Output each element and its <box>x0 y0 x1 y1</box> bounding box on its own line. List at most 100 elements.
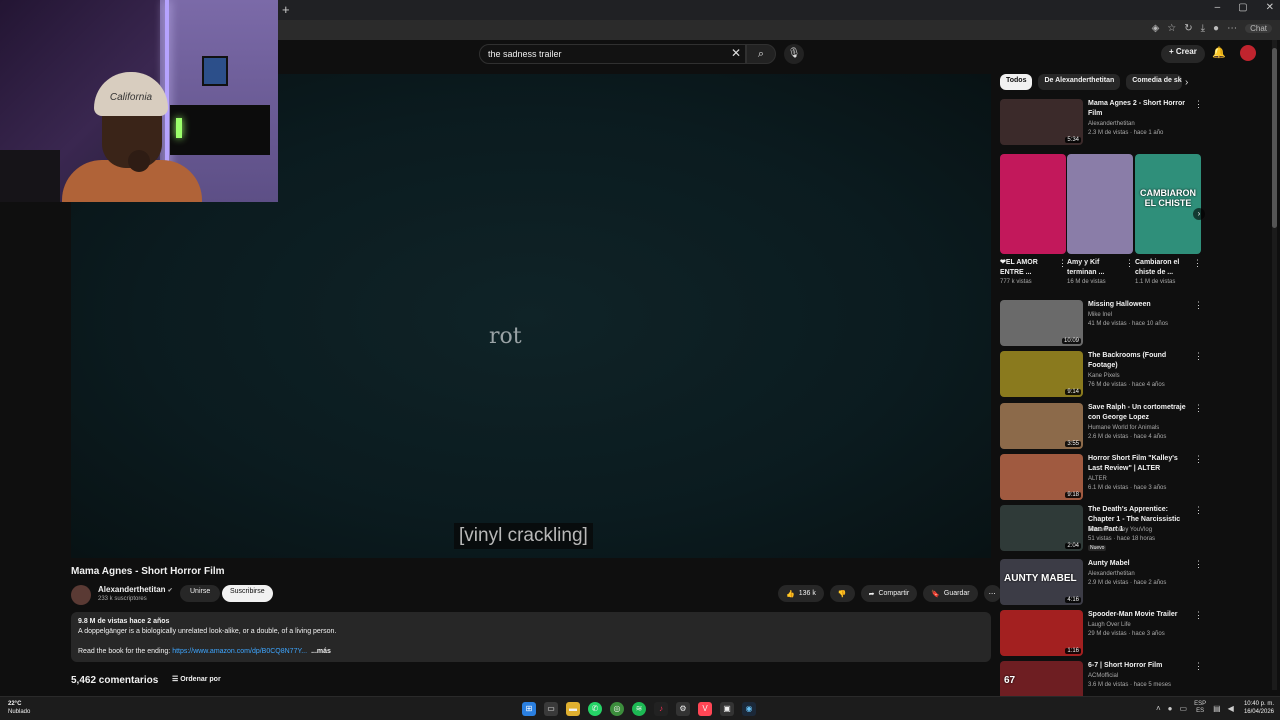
chevron-up-icon[interactable]: ˄ <box>1156 704 1161 713</box>
recommendation-channel[interactable]: Humane World for Animals <box>1088 425 1159 431</box>
recommendation-item[interactable]: 5:34 Mama Agnes 2 - Short Horror Film Al… <box>1000 99 1203 145</box>
more-options-icon[interactable]: ⋮ <box>1194 610 1203 621</box>
spotify-icon[interactable]: ≋ <box>632 702 646 716</box>
show-more-link[interactable]: ...más <box>311 648 331 655</box>
recommendation-channel[interactable]: ACMofficial <box>1088 673 1118 679</box>
video-thumbnail[interactable]: 5:34 <box>1000 99 1083 145</box>
menu-icon[interactable]: ⋯ <box>1227 23 1237 34</box>
recommendation-item[interactable]: AUNTY MABEL 4:16 Aunty Mabel Alexandertheti… <box>1000 559 1203 605</box>
more-options-icon[interactable]: ⋮ <box>1194 300 1203 311</box>
more-options-icon[interactable]: ⋮ <box>1194 454 1203 465</box>
video-thumbnail[interactable]: AUNTY MABEL 4:16 <box>1000 559 1083 605</box>
chip-channel[interactable]: De Alexanderthetitan <box>1038 74 1121 90</box>
weather-widget[interactable]: 22°C Nublado <box>8 700 30 716</box>
recommendation-channel[interactable]: ALTER <box>1088 476 1107 482</box>
more-options-icon[interactable]: ⋮ <box>1194 661 1203 672</box>
recommendation-channel[interactable]: Laugh Over Life <box>1088 622 1131 628</box>
recommendation-title[interactable]: Spooder-Man Movie Trailer <box>1088 610 1188 620</box>
tiktok-icon[interactable]: ♪ <box>654 702 668 716</box>
more-options-icon[interactable]: ⋮ <box>1194 403 1203 414</box>
recommendation-title[interactable]: Missing Halloween <box>1088 300 1188 310</box>
refresh-icon[interactable]: ↻ <box>1184 23 1192 34</box>
channel-name[interactable]: Alexanderthetitan ✔ <box>98 585 173 594</box>
steam-icon[interactable]: ◉ <box>742 702 756 716</box>
short-thumbnail[interactable] <box>1000 154 1066 254</box>
battery-icon[interactable]: ▭ <box>1180 704 1188 713</box>
task-view-icon[interactable]: ▭ <box>544 702 558 716</box>
more-options-icon[interactable]: ⋮ <box>1058 258 1067 269</box>
description-link[interactable]: https://www.amazon.com/dp/B0CQ8N77Y... <box>172 648 307 655</box>
volume-icon[interactable]: ◀ <box>1228 704 1234 713</box>
video-thumbnail[interactable]: 3:55 <box>1000 403 1083 449</box>
recommendation-item[interactable]: 9:18 Horror Short Film "Kalley's Last Rev… <box>1000 454 1203 500</box>
short-item[interactable]: Amy y Kif terminan ... 16 M de vistas ⋮ <box>1067 154 1134 285</box>
recommendation-title[interactable]: Aunty Mabel <box>1088 559 1188 569</box>
more-options-icon[interactable]: ⋮ <box>1194 99 1203 110</box>
recommendation-title[interactable]: Horror Short Film "Kalley's Last Review"… <box>1088 454 1188 474</box>
join-button[interactable]: Unirse <box>180 585 221 602</box>
new-tab-button[interactable]: + <box>282 2 290 17</box>
more-options-icon[interactable]: ⋮ <box>1125 258 1134 269</box>
shorts-next-chevron-icon[interactable]: › <box>1193 208 1205 220</box>
recommendation-title[interactable]: Save Ralph - Un cortometraje con George … <box>1088 403 1188 423</box>
download-icon[interactable]: ⤓ <box>1201 23 1205 34</box>
star-icon[interactable]: ☆ <box>1167 23 1176 34</box>
video-thumbnail[interactable]: 10:09 <box>1000 300 1083 346</box>
video-thumbnail[interactable]: 9:18 <box>1000 454 1083 500</box>
short-item[interactable]: CAMBIARON EL CHISTE Cambiaron el chiste … <box>1135 154 1202 285</box>
chevron-right-icon[interactable]: › <box>1185 77 1188 88</box>
page-scrollbar[interactable] <box>1272 40 1277 690</box>
short-title[interactable]: Cambiaron el chiste de ... <box>1135 258 1189 278</box>
recommendation-channel[interactable]: Theowlmonkey YouVlog <box>1088 527 1152 533</box>
sort-comments-button[interactable]: ☰ Ordenar por <box>172 675 221 683</box>
clock[interactable]: 10:40 p. m. 16/04/2026 <box>1234 700 1274 716</box>
recommendation-item[interactable]: 10:09 Missing Halloween Mike Inel 41 M de v… <box>1000 300 1203 346</box>
settings-gear-icon[interactable]: ⚙ <box>676 702 690 716</box>
video-thumbnail[interactable]: 1:16 <box>1000 610 1083 656</box>
voice-search-button[interactable]: 🎙 <box>784 44 804 64</box>
chrome-icon[interactable]: ◎ <box>610 702 624 716</box>
recommendation-item[interactable]: 9:14 The Backrooms (Found Footage) Kane Pi… <box>1000 351 1203 397</box>
chip-comedy[interactable]: Comedia de sketches <box>1126 74 1183 90</box>
recommendation-channel[interactable]: Kane Pixels <box>1088 373 1120 379</box>
mic-tray-icon[interactable]: ● <box>1168 704 1173 713</box>
recommendation-title[interactable]: Mama Agnes 2 - Short Horror Film <box>1088 99 1188 119</box>
windows-start-icon[interactable]: ⊞ <box>522 702 536 716</box>
short-thumbnail[interactable]: CAMBIARON EL CHISTE <box>1135 154 1201 254</box>
recommendation-channel[interactable]: Mike Inel <box>1088 312 1112 318</box>
more-actions-button[interactable]: ⋯ <box>983 585 1001 602</box>
video-thumbnail[interactable]: 2:04 <box>1000 505 1083 551</box>
chat-button[interactable]: Chat <box>1245 24 1272 33</box>
recommendation-item[interactable]: 2:04 The Death's Apprentice: Chapter 1 - … <box>1000 505 1203 551</box>
profile-icon[interactable]: ● <box>1213 23 1219 34</box>
more-options-icon[interactable]: ⋮ <box>1194 351 1203 362</box>
share-button[interactable]: ➦ Compartir <box>860 585 918 602</box>
short-title[interactable]: Amy y Kif terminan ... <box>1067 258 1121 278</box>
terminal-icon[interactable]: ▣ <box>720 702 734 716</box>
scrollbar-thumb[interactable] <box>1272 48 1277 228</box>
account-avatar[interactable] <box>1240 45 1256 61</box>
short-item[interactable]: ❤EL AMOR ENTRE ... 777 k vistas ⋮ <box>1000 154 1067 285</box>
more-options-icon[interactable]: ⋮ <box>1194 505 1203 516</box>
description-box[interactable]: 9.8 M de vistas hace 2 años A doppelgäng… <box>71 612 991 662</box>
recommendation-title[interactable]: The Backrooms (Found Footage) <box>1088 351 1188 371</box>
clear-search-icon[interactable]: ✕ <box>731 46 741 60</box>
file-explorer-icon[interactable]: ▬ <box>566 702 580 716</box>
short-thumbnail[interactable] <box>1067 154 1133 254</box>
more-options-icon[interactable]: ⋮ <box>1193 258 1202 269</box>
chip-todos[interactable]: Todos <box>1000 74 1033 90</box>
video-thumbnail[interactable]: 9:14 <box>1000 351 1083 397</box>
subscribe-button[interactable]: Suscribirse <box>222 585 273 602</box>
recommendation-title[interactable]: 6-7 | Short Horror Film <box>1088 661 1188 671</box>
search-button[interactable]: ⌕ <box>746 44 776 64</box>
network-icon[interactable]: ▤ <box>1213 704 1221 713</box>
channel-avatar[interactable] <box>71 585 91 605</box>
extension-icon[interactable]: ◈ <box>1152 23 1160 34</box>
search-input[interactable]: the sadness trailer <box>479 44 746 64</box>
create-button[interactable]: + Crear <box>1161 45 1205 63</box>
short-title[interactable]: ❤EL AMOR ENTRE ... <box>1000 258 1054 278</box>
recommendation-item[interactable]: 1:16 Spooder-Man Movie Trailer Laugh Over … <box>1000 610 1203 656</box>
recommendation-item[interactable]: 3:55 Save Ralph - Un cortometraje con Geo… <box>1000 403 1203 449</box>
dislike-button[interactable]: 👎 <box>829 585 855 602</box>
notifications-bell-icon[interactable]: 🔔 <box>1212 46 1226 59</box>
